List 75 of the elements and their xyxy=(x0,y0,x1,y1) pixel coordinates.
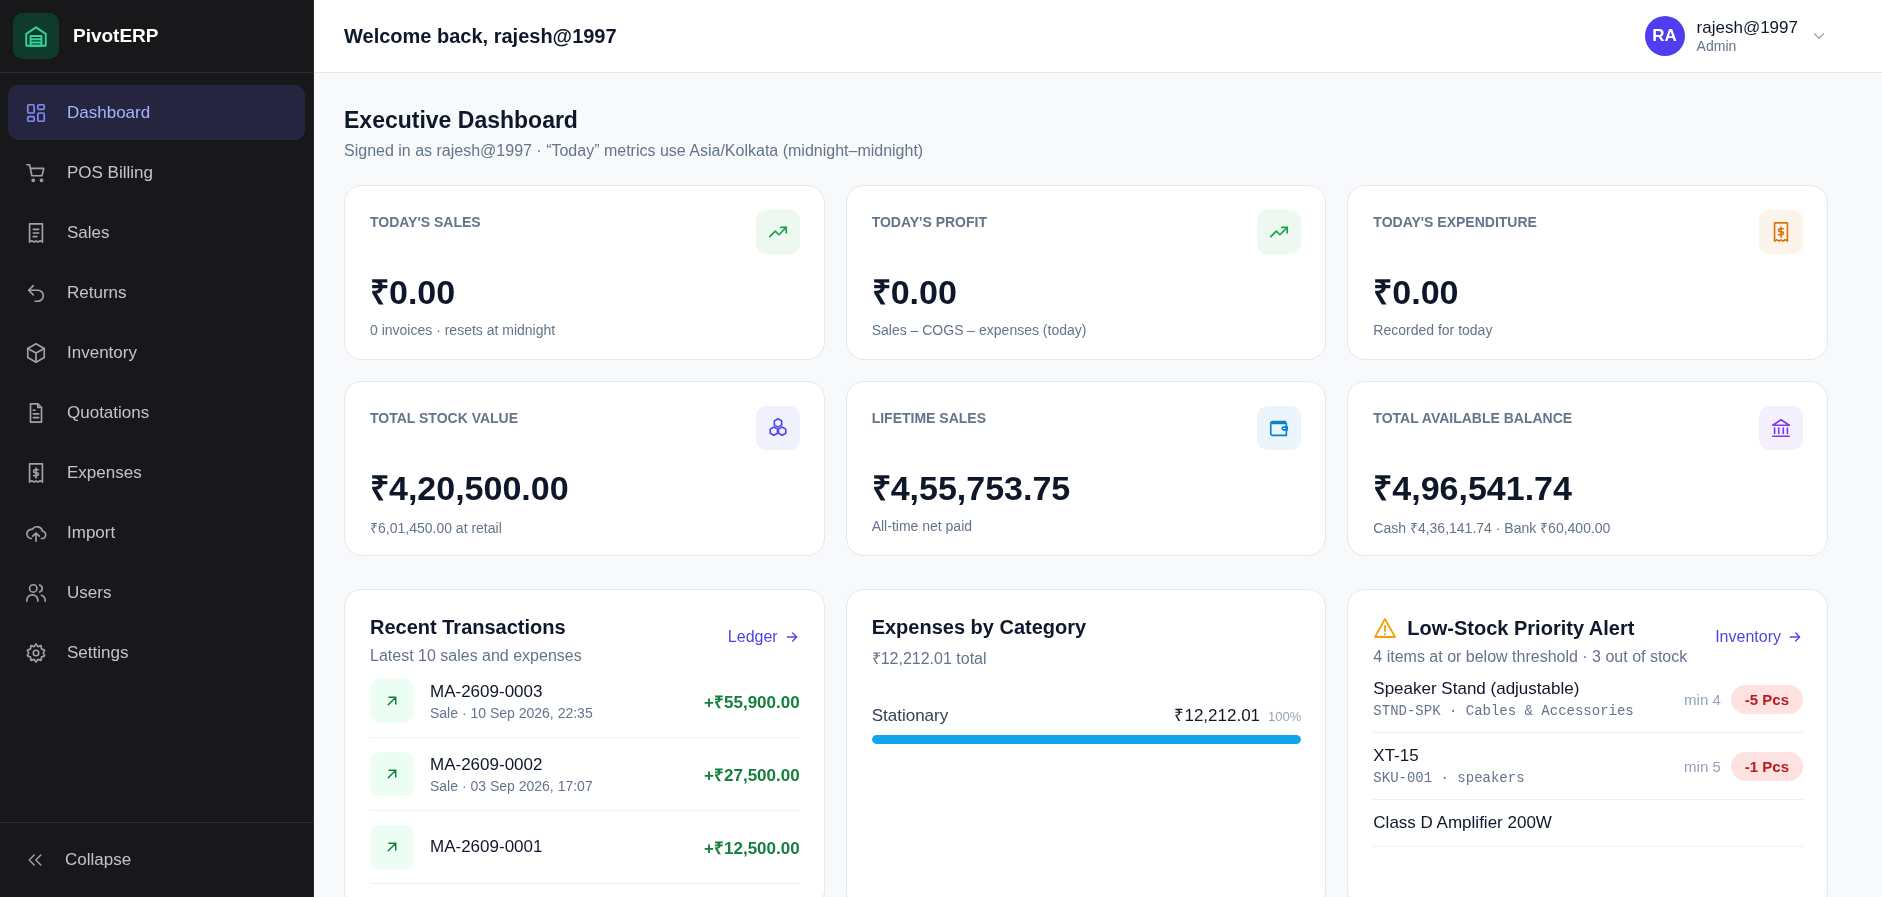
transaction-id: MA-2609-0002 xyxy=(430,754,544,775)
transaction-meta: Sale · 10 Sep 2026, 22:35 xyxy=(430,704,593,721)
ledger-link[interactable]: Ledger xyxy=(727,628,800,646)
bank-icon xyxy=(1770,417,1792,439)
transaction-id: MA-2609-0003 xyxy=(430,681,544,702)
card-title: Expenses by Category xyxy=(871,616,1088,639)
card-subtitle: 4 items at or below threshold · 3 out of stock xyxy=(1373,648,1688,666)
sidebar-item[interactable]: Returns xyxy=(8,265,305,320)
stock-badge: -1 Pcs xyxy=(1730,751,1803,781)
stat-label: TODAY'S SALES xyxy=(370,214,482,230)
sidebar-item[interactable]: Import xyxy=(8,505,305,560)
stat-label: LIFETIME SALES xyxy=(871,410,987,426)
stat-label: TOTAL STOCK VALUE xyxy=(370,410,520,426)
stat-label: TODAY'S EXPENDITURE xyxy=(1373,214,1538,230)
expenses-total: ₹12,212.01 total xyxy=(871,649,988,669)
card-subtitle: Latest 10 sales and expenses xyxy=(370,647,582,665)
sidebar-item[interactable]: Expenses xyxy=(8,445,305,500)
item-code: SKU-001 · speakers xyxy=(1373,770,1525,786)
brand-name: PivotERP xyxy=(73,25,159,47)
cubes-icon xyxy=(766,417,789,439)
user-role: Admin xyxy=(1696,38,1738,54)
page-title: Executive Dashboard xyxy=(344,107,579,134)
stat-value: ₹0.00 xyxy=(1373,272,1460,313)
avatar: RA xyxy=(1644,16,1685,56)
collapse-button[interactable]: Collapse xyxy=(25,850,132,870)
stat-note: All-time net paid xyxy=(871,518,974,534)
stat-note: Recorded for today xyxy=(1373,322,1494,338)
warehouse-icon xyxy=(23,23,49,49)
grid-icon xyxy=(25,101,47,124)
sidebar-item[interactable]: Quotations xyxy=(8,385,305,440)
item-name: Speaker Stand (adjustable) xyxy=(1373,679,1581,699)
page-subtitle: Signed in as rajesh@1997 · “Today” metrics use Asia/Kolkata (midnight–midnight) xyxy=(344,142,925,160)
transaction-meta: Sale · 03 Sep 2026, 17:07 xyxy=(430,777,593,794)
stat-value: ₹0.00 xyxy=(370,272,457,313)
stat-note: 0 invoices · resets at midnight xyxy=(370,322,557,338)
card-title: Low-Stock Priority Alert xyxy=(1407,616,1635,640)
stat-label: TODAY'S PROFIT xyxy=(871,214,988,230)
stat-value: ₹4,55,753.75 xyxy=(871,468,1072,509)
arrow-right-icon xyxy=(1787,629,1803,645)
users-icon xyxy=(25,581,47,604)
stock-badge: -5 Pcs xyxy=(1730,684,1803,714)
inventory-link[interactable]: Inventory xyxy=(1715,628,1803,646)
welcome-text: Welcome back, rajesh@1997 xyxy=(344,24,617,48)
settings-icon xyxy=(25,641,47,664)
stat-note: Cash ₹4,36,141.74 · Bank ₹60,400.00 xyxy=(1373,519,1612,537)
stat-note: ₹6,01,450.00 at retail xyxy=(370,519,503,537)
sidebar-item[interactable]: Settings xyxy=(8,625,305,680)
cart-icon xyxy=(25,161,47,184)
stat-value: ₹0.00 xyxy=(871,272,958,313)
transaction-amount: +₹27,500.00 xyxy=(704,764,800,786)
user-menu[interactable]: RA rajesh@1997 Admin xyxy=(1644,16,1828,56)
category-amount: ₹12,212.01 xyxy=(1174,705,1261,726)
sidebar-item[interactable]: Sales xyxy=(8,205,305,260)
card-title: Recent Transactions xyxy=(370,616,567,639)
item-name: XT-15 xyxy=(1373,746,1420,766)
transaction-amount: +₹55,900.00 xyxy=(704,691,800,713)
sidebar-item[interactable]: Inventory xyxy=(8,325,305,380)
sidebar-item[interactable]: Dashboard xyxy=(8,85,305,140)
stat-value: ₹4,20,500.00 xyxy=(370,468,570,509)
warning-icon xyxy=(1373,616,1398,640)
category-name: Stationary xyxy=(871,706,950,726)
user-name: rajesh@1997 xyxy=(1696,18,1798,38)
stat-label: TOTAL AVAILABLE BALANCE xyxy=(1373,410,1574,426)
sidebar-item[interactable]: Users xyxy=(8,565,305,620)
transaction-amount: +₹12,500.00 xyxy=(704,837,800,859)
stat-note: Sales – COGS – expenses (today) xyxy=(871,322,1088,338)
item-name: Class D Amplifier 200W xyxy=(1373,813,1552,833)
item-code: STND-SPK · Cables & Accessories xyxy=(1373,703,1634,719)
transaction-id: MA-2609-0001 xyxy=(430,837,543,857)
category-percent: 100% xyxy=(1268,709,1302,724)
box-icon xyxy=(25,341,47,364)
min-threshold: min 5 xyxy=(1684,757,1721,775)
min-threshold: min 4 xyxy=(1684,690,1721,708)
stat-value: ₹4,96,541.74 xyxy=(1373,468,1573,509)
sidebar-item[interactable]: POS Billing xyxy=(8,145,305,200)
